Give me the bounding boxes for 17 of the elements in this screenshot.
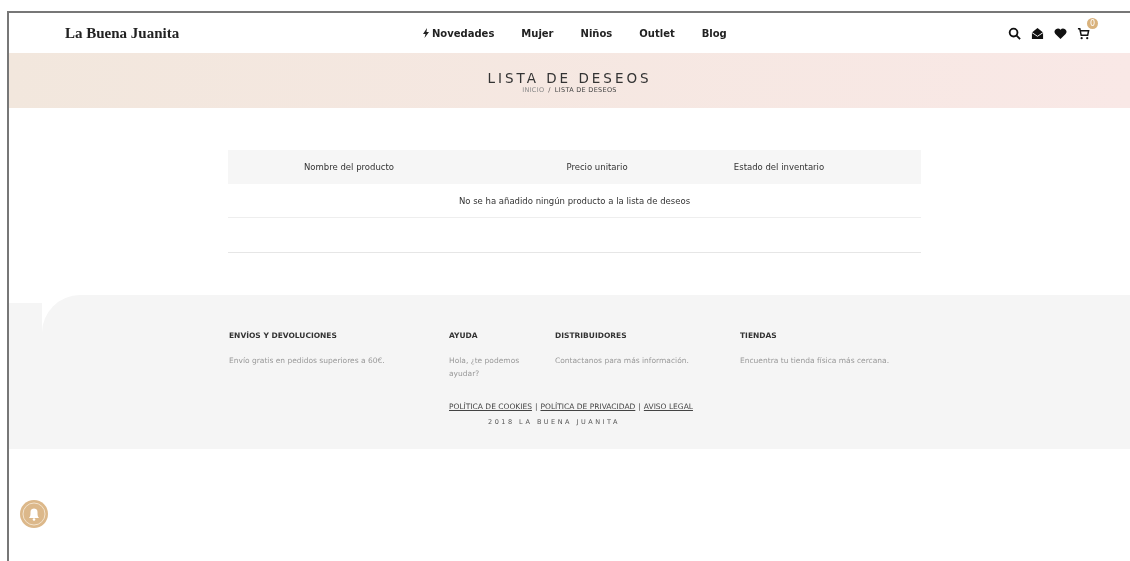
nav-link[interactable]: Blog (701, 27, 727, 39)
logo[interactable]: La Buena Juanita (65, 24, 423, 42)
page-title: LISTA DE DESEOS (487, 69, 652, 86)
column-header: Nombre del producto (302, 162, 396, 172)
cart-count-badge: 0 (1087, 17, 1098, 29)
envelope-icon[interactable] (1031, 26, 1044, 40)
search-icon[interactable] (1008, 26, 1021, 40)
column-header: Precio unitario (565, 162, 629, 172)
nav-link[interactable]: Outlet (639, 27, 675, 39)
heart-icon[interactable] (1054, 26, 1067, 40)
column-header: Estado del inventario (732, 162, 826, 172)
cart-icon[interactable] (1077, 26, 1090, 40)
lightning-icon (423, 28, 429, 38)
nav-link[interactable]: Novedades (423, 27, 495, 39)
nav-link[interactable]: Mujer (521, 27, 554, 39)
nav-link[interactable]: Niños (580, 27, 613, 39)
empty-message: No se ha añadido ningún producto a la lista de deseos (228, 184, 921, 218)
